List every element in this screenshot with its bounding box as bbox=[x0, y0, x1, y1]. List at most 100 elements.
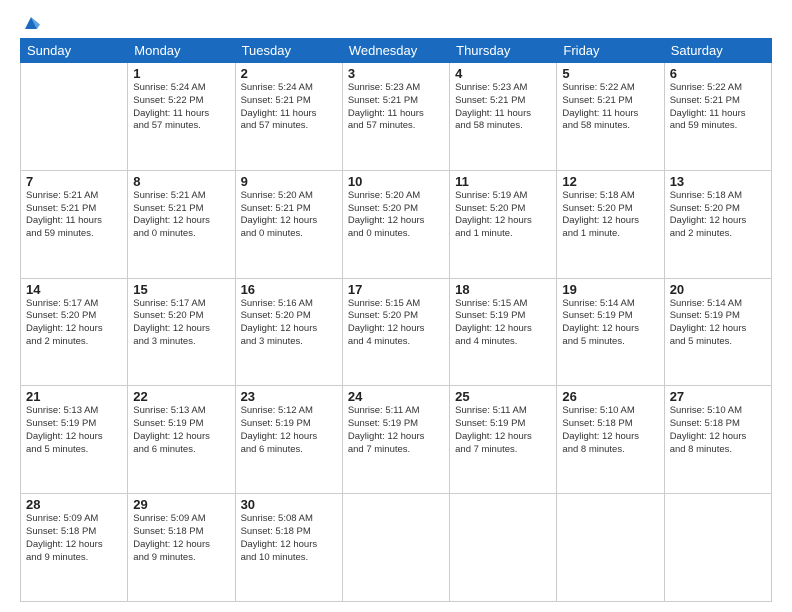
calendar-day-cell bbox=[557, 494, 664, 602]
day-info: Sunrise: 5:21 AMSunset: 5:21 PMDaylight:… bbox=[26, 190, 122, 241]
day-number: 17 bbox=[348, 282, 444, 297]
day-info: Sunrise: 5:15 AMSunset: 5:19 PMDaylight:… bbox=[455, 298, 551, 349]
calendar-day-cell: 20Sunrise: 5:14 AMSunset: 5:19 PMDayligh… bbox=[664, 278, 771, 386]
day-info: Sunrise: 5:20 AMSunset: 5:21 PMDaylight:… bbox=[241, 190, 337, 241]
calendar-day-cell: 15Sunrise: 5:17 AMSunset: 5:20 PMDayligh… bbox=[128, 278, 235, 386]
calendar-day-cell: 18Sunrise: 5:15 AMSunset: 5:19 PMDayligh… bbox=[450, 278, 557, 386]
calendar-day-cell: 7Sunrise: 5:21 AMSunset: 5:21 PMDaylight… bbox=[21, 170, 128, 278]
calendar-day-cell: 1Sunrise: 5:24 AMSunset: 5:22 PMDaylight… bbox=[128, 63, 235, 171]
day-number: 9 bbox=[241, 174, 337, 189]
day-info: Sunrise: 5:22 AMSunset: 5:21 PMDaylight:… bbox=[670, 82, 766, 133]
calendar-day-cell: 12Sunrise: 5:18 AMSunset: 5:20 PMDayligh… bbox=[557, 170, 664, 278]
day-number: 29 bbox=[133, 497, 229, 512]
day-number: 6 bbox=[670, 66, 766, 81]
day-number: 4 bbox=[455, 66, 551, 81]
day-number: 3 bbox=[348, 66, 444, 81]
day-number: 30 bbox=[241, 497, 337, 512]
day-number: 18 bbox=[455, 282, 551, 297]
day-info: Sunrise: 5:19 AMSunset: 5:20 PMDaylight:… bbox=[455, 190, 551, 241]
calendar-week-row: 7Sunrise: 5:21 AMSunset: 5:21 PMDaylight… bbox=[21, 170, 772, 278]
calendar-day-cell: 22Sunrise: 5:13 AMSunset: 5:19 PMDayligh… bbox=[128, 386, 235, 494]
calendar-day-cell: 10Sunrise: 5:20 AMSunset: 5:20 PMDayligh… bbox=[342, 170, 449, 278]
calendar-day-cell: 17Sunrise: 5:15 AMSunset: 5:20 PMDayligh… bbox=[342, 278, 449, 386]
day-number: 7 bbox=[26, 174, 122, 189]
day-info: Sunrise: 5:09 AMSunset: 5:18 PMDaylight:… bbox=[133, 513, 229, 564]
day-info: Sunrise: 5:24 AMSunset: 5:21 PMDaylight:… bbox=[241, 82, 337, 133]
day-number: 8 bbox=[133, 174, 229, 189]
calendar-day-cell: 3Sunrise: 5:23 AMSunset: 5:21 PMDaylight… bbox=[342, 63, 449, 171]
calendar-week-row: 28Sunrise: 5:09 AMSunset: 5:18 PMDayligh… bbox=[21, 494, 772, 602]
day-number: 11 bbox=[455, 174, 551, 189]
day-info: Sunrise: 5:11 AMSunset: 5:19 PMDaylight:… bbox=[455, 405, 551, 456]
header bbox=[20, 16, 772, 30]
weekday-header-friday: Friday bbox=[557, 39, 664, 63]
day-number: 24 bbox=[348, 389, 444, 404]
calendar-week-row: 21Sunrise: 5:13 AMSunset: 5:19 PMDayligh… bbox=[21, 386, 772, 494]
calendar-day-cell: 4Sunrise: 5:23 AMSunset: 5:21 PMDaylight… bbox=[450, 63, 557, 171]
day-number: 15 bbox=[133, 282, 229, 297]
weekday-header-sunday: Sunday bbox=[21, 39, 128, 63]
day-number: 22 bbox=[133, 389, 229, 404]
calendar-day-cell: 2Sunrise: 5:24 AMSunset: 5:21 PMDaylight… bbox=[235, 63, 342, 171]
day-number: 23 bbox=[241, 389, 337, 404]
calendar-day-cell: 5Sunrise: 5:22 AMSunset: 5:21 PMDaylight… bbox=[557, 63, 664, 171]
day-info: Sunrise: 5:10 AMSunset: 5:18 PMDaylight:… bbox=[670, 405, 766, 456]
day-info: Sunrise: 5:23 AMSunset: 5:21 PMDaylight:… bbox=[348, 82, 444, 133]
calendar-day-cell: 23Sunrise: 5:12 AMSunset: 5:19 PMDayligh… bbox=[235, 386, 342, 494]
calendar-week-row: 14Sunrise: 5:17 AMSunset: 5:20 PMDayligh… bbox=[21, 278, 772, 386]
day-number: 10 bbox=[348, 174, 444, 189]
day-info: Sunrise: 5:10 AMSunset: 5:18 PMDaylight:… bbox=[562, 405, 658, 456]
day-number: 1 bbox=[133, 66, 229, 81]
day-number: 12 bbox=[562, 174, 658, 189]
calendar-day-cell: 25Sunrise: 5:11 AMSunset: 5:19 PMDayligh… bbox=[450, 386, 557, 494]
day-number: 5 bbox=[562, 66, 658, 81]
day-info: Sunrise: 5:13 AMSunset: 5:19 PMDaylight:… bbox=[133, 405, 229, 456]
day-info: Sunrise: 5:24 AMSunset: 5:22 PMDaylight:… bbox=[133, 82, 229, 133]
day-info: Sunrise: 5:13 AMSunset: 5:19 PMDaylight:… bbox=[26, 405, 122, 456]
calendar-day-cell: 24Sunrise: 5:11 AMSunset: 5:19 PMDayligh… bbox=[342, 386, 449, 494]
calendar-header-row: SundayMondayTuesdayWednesdayThursdayFrid… bbox=[21, 39, 772, 63]
calendar-day-cell: 6Sunrise: 5:22 AMSunset: 5:21 PMDaylight… bbox=[664, 63, 771, 171]
day-info: Sunrise: 5:14 AMSunset: 5:19 PMDaylight:… bbox=[670, 298, 766, 349]
day-info: Sunrise: 5:15 AMSunset: 5:20 PMDaylight:… bbox=[348, 298, 444, 349]
calendar-day-cell: 19Sunrise: 5:14 AMSunset: 5:19 PMDayligh… bbox=[557, 278, 664, 386]
day-info: Sunrise: 5:18 AMSunset: 5:20 PMDaylight:… bbox=[562, 190, 658, 241]
logo bbox=[20, 16, 40, 30]
calendar-day-cell bbox=[450, 494, 557, 602]
day-info: Sunrise: 5:14 AMSunset: 5:19 PMDaylight:… bbox=[562, 298, 658, 349]
day-info: Sunrise: 5:12 AMSunset: 5:19 PMDaylight:… bbox=[241, 405, 337, 456]
day-number: 28 bbox=[26, 497, 122, 512]
day-info: Sunrise: 5:18 AMSunset: 5:20 PMDaylight:… bbox=[670, 190, 766, 241]
weekday-header-saturday: Saturday bbox=[664, 39, 771, 63]
calendar-day-cell: 29Sunrise: 5:09 AMSunset: 5:18 PMDayligh… bbox=[128, 494, 235, 602]
calendar-week-row: 1Sunrise: 5:24 AMSunset: 5:22 PMDaylight… bbox=[21, 63, 772, 171]
logo-icon bbox=[22, 14, 40, 32]
day-number: 2 bbox=[241, 66, 337, 81]
weekday-header-wednesday: Wednesday bbox=[342, 39, 449, 63]
calendar-day-cell: 13Sunrise: 5:18 AMSunset: 5:20 PMDayligh… bbox=[664, 170, 771, 278]
calendar-day-cell: 16Sunrise: 5:16 AMSunset: 5:20 PMDayligh… bbox=[235, 278, 342, 386]
calendar-day-cell: 21Sunrise: 5:13 AMSunset: 5:19 PMDayligh… bbox=[21, 386, 128, 494]
calendar-day-cell: 11Sunrise: 5:19 AMSunset: 5:20 PMDayligh… bbox=[450, 170, 557, 278]
day-info: Sunrise: 5:17 AMSunset: 5:20 PMDaylight:… bbox=[26, 298, 122, 349]
day-number: 21 bbox=[26, 389, 122, 404]
calendar-day-cell: 27Sunrise: 5:10 AMSunset: 5:18 PMDayligh… bbox=[664, 386, 771, 494]
day-info: Sunrise: 5:09 AMSunset: 5:18 PMDaylight:… bbox=[26, 513, 122, 564]
calendar-day-cell: 8Sunrise: 5:21 AMSunset: 5:21 PMDaylight… bbox=[128, 170, 235, 278]
day-info: Sunrise: 5:22 AMSunset: 5:21 PMDaylight:… bbox=[562, 82, 658, 133]
day-number: 25 bbox=[455, 389, 551, 404]
calendar-day-cell bbox=[664, 494, 771, 602]
calendar-table: SundayMondayTuesdayWednesdayThursdayFrid… bbox=[20, 38, 772, 602]
day-info: Sunrise: 5:17 AMSunset: 5:20 PMDaylight:… bbox=[133, 298, 229, 349]
calendar-day-cell: 9Sunrise: 5:20 AMSunset: 5:21 PMDaylight… bbox=[235, 170, 342, 278]
day-info: Sunrise: 5:20 AMSunset: 5:20 PMDaylight:… bbox=[348, 190, 444, 241]
day-info: Sunrise: 5:11 AMSunset: 5:19 PMDaylight:… bbox=[348, 405, 444, 456]
calendar-day-cell bbox=[342, 494, 449, 602]
day-number: 13 bbox=[670, 174, 766, 189]
calendar-day-cell bbox=[21, 63, 128, 171]
day-info: Sunrise: 5:08 AMSunset: 5:18 PMDaylight:… bbox=[241, 513, 337, 564]
day-number: 16 bbox=[241, 282, 337, 297]
day-number: 14 bbox=[26, 282, 122, 297]
calendar-day-cell: 26Sunrise: 5:10 AMSunset: 5:18 PMDayligh… bbox=[557, 386, 664, 494]
page: SundayMondayTuesdayWednesdayThursdayFrid… bbox=[0, 0, 792, 612]
